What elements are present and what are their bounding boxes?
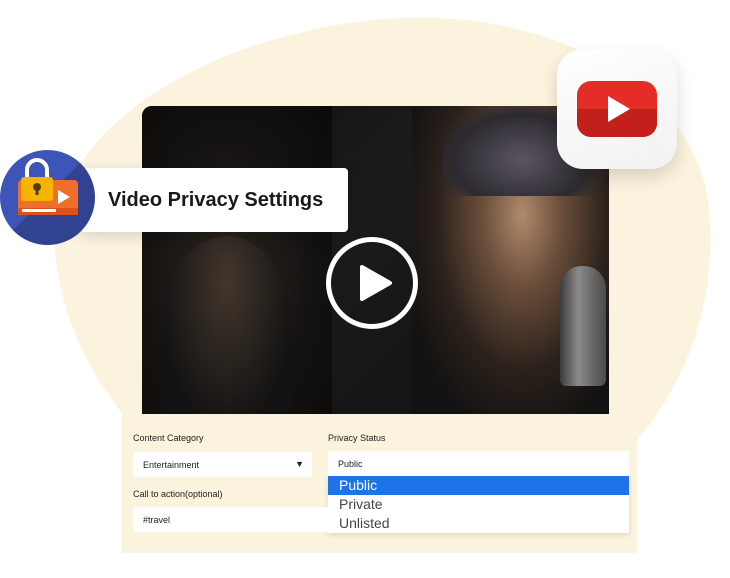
content-category-select[interactable]: Entertainment ▼ [133, 452, 312, 477]
video-background-figure [162, 236, 292, 416]
privacy-option-private[interactable]: Private [328, 495, 629, 514]
video-microphone [560, 266, 606, 386]
privacy-option-public[interactable]: Public [328, 476, 629, 495]
call-to-action-label: Call to action(optional) [133, 489, 223, 499]
call-to-action-value: #travel [143, 514, 171, 525]
lock-video-icon [18, 158, 78, 215]
privacy-badge [0, 150, 95, 245]
title-card: Video Privacy Settings [80, 168, 348, 232]
youtube-logo-icon [577, 81, 657, 137]
content-category-label: Content Category [133, 433, 204, 443]
youtube-logo [557, 49, 677, 169]
privacy-status-value: Public [338, 458, 363, 469]
play-icon [360, 265, 392, 301]
privacy-status-select[interactable]: Public [328, 451, 629, 476]
call-to-action-input[interactable]: #travel [133, 507, 329, 532]
privacy-option-unlisted[interactable]: Unlisted [328, 514, 629, 533]
privacy-status-dropdown: Public Private Unlisted [328, 476, 629, 533]
play-button[interactable] [326, 237, 418, 329]
dropdown-arrow-icon: ▼ [295, 459, 304, 469]
content-category-value: Entertainment [143, 459, 200, 470]
privacy-status-label: Privacy Status [328, 433, 386, 443]
page-title: Video Privacy Settings [108, 188, 324, 211]
